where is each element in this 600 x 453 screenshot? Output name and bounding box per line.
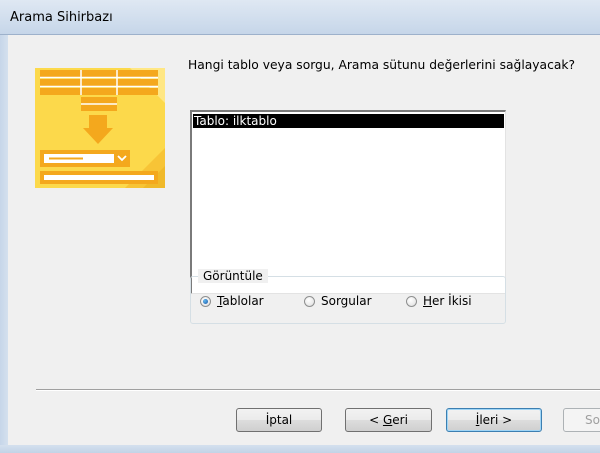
radio-both-label: Her İkisi [423,294,472,308]
button-separator [36,389,600,391]
radio-button-icon[interactable] [406,295,417,307]
table-query-listbox[interactable]: Tablo: ilktablo [190,110,506,294]
radio-tables-label: Tablolar [217,294,264,308]
radio-tables[interactable]: Tablolar [200,294,264,308]
wizard-client-area: Hangi tablo veya sorgu, Arama sütunu değ… [8,35,600,445]
back-button[interactable]: < Geri [345,408,432,432]
window-frame-left [0,35,8,453]
view-group-label: Görüntüle [198,269,268,283]
wizard-question: Hangi tablo veya sorgu, Arama sütunu değ… [188,58,576,72]
radio-both[interactable]: Her İkisi [406,294,472,308]
window-frame-bottom [0,445,600,453]
lookup-wizard-illustration-icon [35,68,165,188]
radio-button-icon[interactable] [304,295,315,307]
title-bar[interactable]: Arama Sihirbazı [0,0,600,35]
next-button[interactable]: İleri > [446,408,542,432]
radio-button-selected-icon[interactable] [200,295,211,307]
cancel-button[interactable]: İptal [236,408,322,432]
window-title: Arama Sihirbazı [10,10,113,25]
list-item-ilktablo[interactable]: Tablo: ilktablo [193,114,504,128]
radio-queries[interactable]: Sorgular [304,294,372,308]
finish-button[interactable]: So [563,408,600,432]
radio-queries-label: Sorgular [321,294,372,308]
